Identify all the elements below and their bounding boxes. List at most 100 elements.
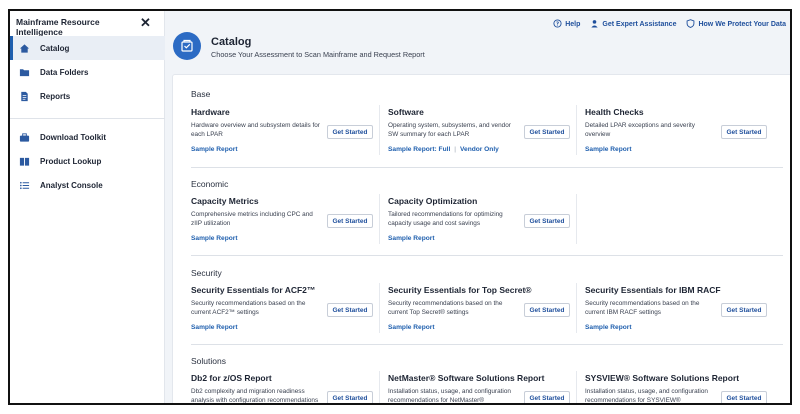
item-title: Health Checks: [585, 107, 644, 117]
get-started-button[interactable]: Get Started: [721, 303, 767, 317]
help-link[interactable]: ? Help: [553, 19, 580, 30]
item-title: Security Essentials for IBM RACF: [585, 285, 721, 295]
book-icon: [18, 155, 30, 167]
item-links: Sample Report: [191, 146, 238, 153]
item-links: Sample Report: [585, 324, 632, 331]
item-links: Sample Report: Full | Vendor Only: [388, 146, 499, 153]
item-title: NetMaster® Software Solutions Report: [388, 373, 545, 383]
svg-text:?: ?: [556, 22, 559, 28]
expert-assistance-label: Get Expert Assistance: [602, 21, 677, 28]
sample-report-link[interactable]: Sample Report: [388, 235, 435, 242]
item-description: Detailed LPAR exceptions and severity ov…: [585, 122, 696, 138]
section-divider: [191, 167, 783, 168]
column-divider: [576, 283, 577, 333]
page-title: Catalog: [211, 36, 252, 48]
column-divider: [576, 105, 577, 155]
get-started-button[interactable]: Get Started: [721, 125, 767, 139]
app-window: Mainframe Resource Intelligence ✕ Catalo…: [8, 9, 792, 405]
item-description: Security recommendations based on the cu…: [191, 300, 306, 316]
expert-assistance-link[interactable]: Get Expert Assistance: [590, 19, 676, 30]
item-links: Sample Report: [585, 146, 632, 153]
list-icon: [18, 179, 30, 191]
sidebar-item-data-folders[interactable]: Data Folders: [10, 60, 165, 84]
item-links: Sample Report: [191, 235, 238, 242]
sidebar-item-label: Data Folders: [40, 67, 89, 77]
catalog-item-security-acf2: Security Essentials for ACF2™ Security r…: [191, 285, 383, 331]
link-separator: |: [454, 146, 456, 153]
sidebar-item-label: Download Toolkit: [40, 132, 107, 142]
item-description: Security recommendations based on the cu…: [388, 300, 503, 316]
column-divider: [379, 194, 380, 244]
item-title: Hardware: [191, 107, 230, 117]
sample-report-link[interactable]: Sample Report: [191, 146, 238, 153]
catalog-item-capacity-optimization: Capacity Optimization Tailored recommend…: [388, 196, 580, 242]
top-links: ? Help Get Expert Assistance How We Prot…: [553, 19, 786, 30]
get-started-button[interactable]: Get Started: [327, 214, 373, 228]
sidebar-item-catalog[interactable]: Catalog: [10, 36, 165, 60]
sidebar-divider: [10, 118, 165, 119]
sidebar-nav: Catalog Data Folders Reports Download To…: [10, 36, 165, 197]
get-started-button[interactable]: Get Started: [327, 303, 373, 317]
sidebar-item-download-toolkit[interactable]: Download Toolkit: [10, 125, 165, 149]
item-description: Installation status, usage, and configur…: [585, 388, 708, 404]
person-icon: [590, 19, 599, 30]
item-description: Installation status, usage, and configur…: [388, 388, 511, 404]
document-icon: [18, 90, 30, 102]
protect-data-label: How We Protect Your Data: [698, 21, 786, 28]
sample-report-full-link[interactable]: Sample Report: Full: [388, 146, 450, 153]
column-divider: [576, 371, 577, 403]
sample-report-link[interactable]: Sample Report: [191, 324, 238, 331]
help-icon: ?: [553, 19, 562, 30]
catalog-item-capacity-metrics: Capacity Metrics Comprehensive metrics i…: [191, 196, 383, 242]
item-title: SYSVIEW® Software Solutions Report: [585, 373, 740, 383]
get-started-button[interactable]: Get Started: [524, 125, 570, 139]
item-title: Db2 for z/OS Report: [191, 373, 272, 383]
section-title-security: Security: [191, 268, 222, 278]
sidebar-item-reports[interactable]: Reports: [10, 84, 165, 108]
item-links: Sample Report: [191, 324, 238, 331]
item-description: Db2 complexity and migration readiness a…: [191, 388, 319, 404]
toolkit-icon: [18, 131, 30, 143]
catalog-item-hardware: Hardware Hardware overview and subsystem…: [191, 107, 383, 153]
item-title: Security Essentials for Top Secret®: [388, 285, 532, 295]
get-started-button[interactable]: Get Started: [524, 391, 570, 403]
sample-report-link[interactable]: Sample Report: [585, 146, 632, 153]
section-divider: [191, 344, 783, 345]
sample-report-link[interactable]: Sample Report: [388, 324, 435, 331]
catalog-item-health-checks: Health Checks Detailed LPAR exceptions a…: [585, 107, 777, 153]
catalog-item-netmaster-report: NetMaster® Software Solutions Report Ins…: [388, 373, 580, 403]
close-sidebar-icon[interactable]: ✕: [140, 15, 151, 31]
item-title: Software: [388, 107, 424, 117]
catalog-card: Base Hardware Hardware overview and subs…: [172, 74, 790, 404]
item-description: Hardware overview and subsystem details …: [191, 122, 320, 138]
sidebar-item-analyst-console[interactable]: Analyst Console: [10, 173, 165, 197]
get-started-button[interactable]: Get Started: [327, 125, 373, 139]
help-label: Help: [565, 21, 581, 28]
sample-report-link[interactable]: Sample Report: [585, 324, 632, 331]
folder-icon: [18, 66, 30, 78]
column-divider: [379, 105, 380, 155]
get-started-button[interactable]: Get Started: [524, 214, 570, 228]
app-brand: Mainframe Resource Intelligence: [16, 17, 100, 37]
get-started-button[interactable]: Get Started: [524, 303, 570, 317]
sidebar-item-label: Reports: [40, 91, 71, 101]
column-divider: [379, 283, 380, 333]
item-links: Sample Report: [388, 324, 435, 331]
section-divider: [191, 255, 783, 256]
catalog-item-db2-report: Db2 for z/OS Report Db2 complexity and m…: [191, 373, 383, 403]
item-description: Tailored recommendations for optimizing …: [388, 211, 503, 227]
sidebar: Mainframe Resource Intelligence ✕ Catalo…: [10, 11, 165, 403]
sample-report-link[interactable]: Sample Report: [191, 235, 238, 242]
catalog-item-security-racf: Security Essentials for IBM RACF Securit…: [585, 285, 777, 331]
catalog-item-security-top-secret: Security Essentials for Top Secret® Secu…: [388, 285, 580, 331]
vendor-only-link[interactable]: Vendor Only: [460, 146, 499, 153]
get-started-button[interactable]: Get Started: [327, 391, 373, 403]
section-title-base: Base: [191, 89, 211, 99]
sidebar-item-label: Catalog: [40, 43, 70, 53]
item-description: Operating system, subsystems, and vendor…: [388, 122, 511, 138]
sidebar-item-label: Analyst Console: [40, 180, 103, 190]
get-started-button[interactable]: Get Started: [721, 391, 767, 403]
protect-data-link[interactable]: How We Protect Your Data: [686, 19, 786, 30]
catalog-item-software: Software Operating system, subsystems, a…: [388, 107, 580, 153]
sidebar-item-product-lookup[interactable]: Product Lookup: [10, 149, 165, 173]
